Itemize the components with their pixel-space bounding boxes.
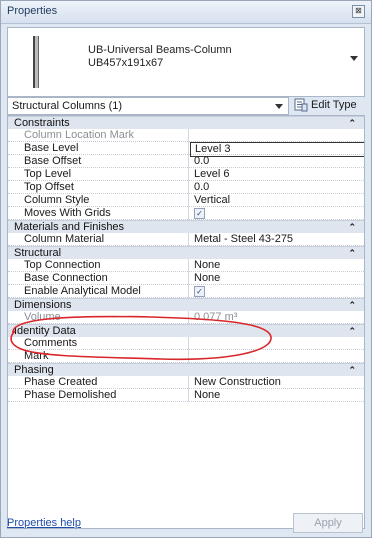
column-preview-icon — [33, 36, 39, 88]
properties-grid: Constraints ⌃ Column Location Mark Base Lev… — [7, 115, 365, 529]
edit-type-label: Edit Type — [311, 99, 357, 111]
property-row[interactable]: Base Connection None — [8, 272, 364, 285]
property-row[interactable]: Phase Demolished None — [8, 389, 364, 402]
chevron-down-icon — [275, 104, 283, 109]
property-row[interactable]: Column Location Mark — [8, 129, 364, 142]
title-bar[interactable]: Properties ⊠ — [1, 1, 371, 24]
group-label: Constraints — [14, 117, 70, 129]
edit-type-button[interactable]: Edit Type — [293, 97, 363, 113]
property-row[interactable]: Top Offset 0.0 — [8, 181, 364, 194]
collapse-chevron-icon[interactable]: ⌃ — [348, 117, 356, 129]
properties-palette: Properties ⊠ UB-Universal Beams-Column U… — [0, 0, 372, 538]
collapse-chevron-icon[interactable]: ⌃ — [348, 299, 356, 311]
group-header[interactable]: Identity Data ⌃ — [8, 324, 364, 337]
group-label: Phasing — [14, 364, 54, 376]
group-header[interactable]: Materials and Finishes ⌃ — [8, 220, 364, 233]
property-row[interactable]: Base Offset 0.0 — [8, 155, 364, 168]
property-row[interactable]: Column Material Metal - Steel 43-275 — [8, 233, 364, 246]
close-icon[interactable]: ⊠ — [352, 5, 365, 18]
instance-filter-row: Structural Columns (1) Edit Type — [7, 97, 363, 115]
collapse-chevron-icon[interactable]: ⌃ — [348, 325, 356, 337]
family-name: UB-Universal Beams-Column — [88, 44, 232, 56]
group-label: Dimensions — [14, 299, 72, 311]
property-row[interactable]: Volume 0.077 m³ — [8, 311, 364, 324]
property-row[interactable]: Enable Analytical Model ✓ — [8, 285, 364, 298]
property-row[interactable]: Moves With Grids ✓ — [8, 207, 364, 220]
properties-help-link[interactable]: Properties help — [7, 517, 81, 529]
property-row[interactable]: Top Connection None — [8, 259, 364, 272]
collapse-chevron-icon[interactable]: ⌃ — [348, 247, 356, 259]
type-size: UB457x191x67 — [88, 57, 164, 69]
group-label: Structural — [14, 247, 62, 259]
property-row[interactable]: Top Level Level 6 — [8, 168, 364, 181]
property-row[interactable]: Comments — [8, 337, 364, 350]
footer: Properties help Apply — [1, 509, 371, 537]
property-row[interactable]: Mark — [8, 350, 364, 363]
property-row[interactable]: Base Level Level 3 — [8, 142, 364, 157]
row-divider — [8, 400, 364, 402]
window-title: Properties — [7, 5, 58, 17]
type-dropdown-arrow-icon[interactable] — [350, 56, 358, 61]
instance-filter-dropdown[interactable]: Structural Columns (1) — [7, 97, 289, 115]
property-row[interactable]: Phase Created New Construction — [8, 376, 364, 389]
edit-type-icon — [294, 98, 308, 112]
group-header[interactable]: Structural ⌃ — [8, 246, 364, 259]
group-header[interactable]: Dimensions ⌃ — [8, 298, 364, 311]
type-selector[interactable]: UB-Universal Beams-Column UB457x191x67 — [7, 27, 365, 97]
collapse-chevron-icon[interactable]: ⌃ — [348, 364, 356, 376]
property-row[interactable]: Column Style Vertical — [8, 194, 364, 207]
collapse-chevron-icon[interactable]: ⌃ — [348, 221, 356, 233]
group-header[interactable]: Constraints ⌃ — [8, 116, 364, 129]
type-name: UB-Universal Beams-Column UB457x191x67 — [88, 44, 232, 70]
instance-filter-label: Structural Columns (1) — [12, 100, 123, 112]
group-label: Materials and Finishes — [14, 221, 125, 233]
group-header[interactable]: Phasing ⌃ — [8, 363, 364, 376]
group-label: Identity Data — [14, 325, 76, 337]
apply-button[interactable]: Apply — [293, 513, 363, 533]
